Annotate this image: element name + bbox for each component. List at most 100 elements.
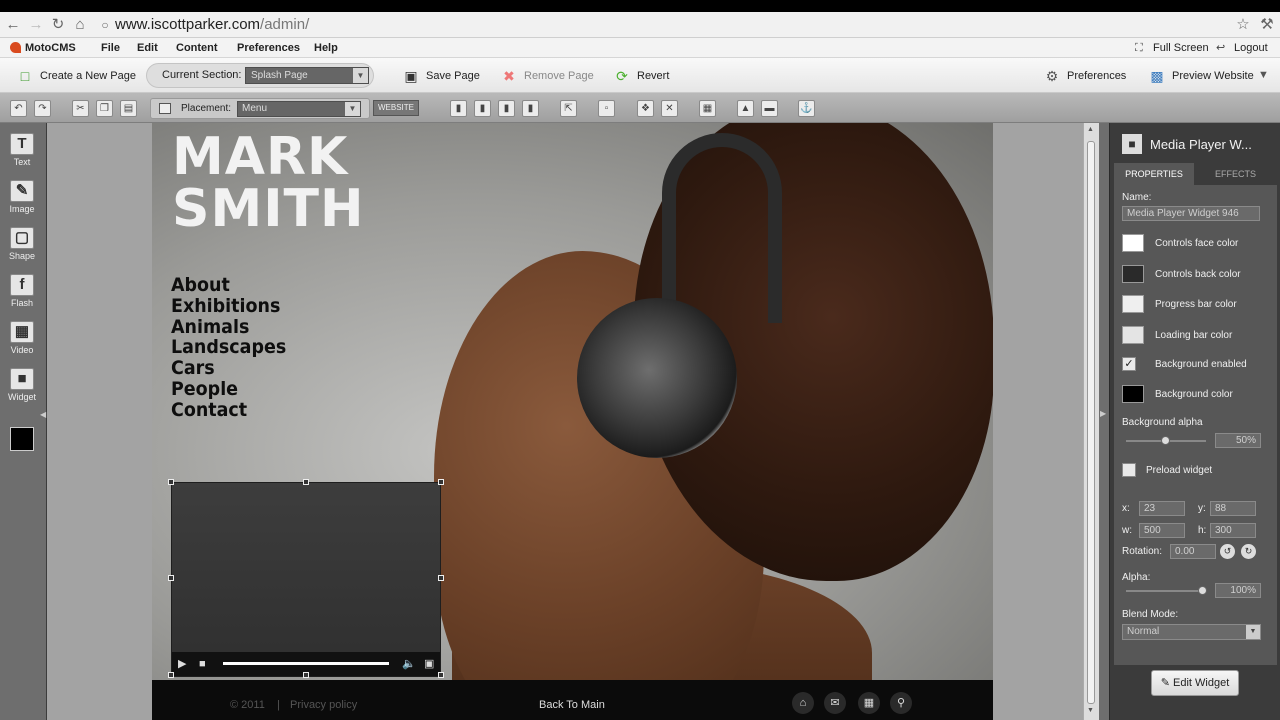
alpha-input[interactable]: 100% (1215, 583, 1261, 598)
resize-handle[interactable] (438, 575, 444, 581)
play-icon[interactable]: ▶ (178, 657, 186, 671)
menu-content[interactable]: Content (176, 41, 218, 55)
rotate-right-icon[interactable]: ↻ (1241, 544, 1256, 559)
site-nav-contact[interactable]: Contact (171, 399, 286, 421)
resize-icon[interactable]: ⇱ (560, 100, 577, 117)
volume-icon[interactable]: 🔈 (402, 657, 416, 671)
redo-icon[interactable]: ↷ (34, 100, 51, 117)
back-arrow-icon[interactable]: ← (4, 16, 22, 34)
menu-file[interactable]: File (101, 41, 120, 55)
rotate-left-icon[interactable]: ↺ (1220, 544, 1235, 559)
footer-back-to-main[interactable]: Back To Main (539, 698, 605, 712)
sitemap-icon[interactable]: ▦ (858, 692, 880, 714)
h-input[interactable]: 300 (1210, 523, 1256, 538)
delete-x-icon[interactable]: ✕ (661, 100, 678, 117)
preload-widget-checkbox[interactable]: ✓ (1122, 463, 1136, 477)
lock-frame-icon[interactable]: ▫ (598, 100, 615, 117)
cut-icon[interactable]: ✂ (72, 100, 89, 117)
site-nav-people[interactable]: People (171, 379, 286, 400)
logout-link[interactable]: Logout (1234, 41, 1268, 55)
wrench-icon[interactable]: ⚒ (1258, 16, 1276, 34)
site-nav-animals[interactable]: Animals (171, 316, 286, 338)
send-to-back-icon[interactable]: ▮ (498, 100, 515, 117)
player-progress-bar[interactable] (223, 662, 389, 665)
alpha-knob[interactable] (1198, 586, 1207, 595)
full-screen-link[interactable]: Full Screen (1153, 41, 1209, 55)
tab-properties[interactable]: PROPERTIES (1114, 163, 1194, 185)
panel-splitter[interactable]: ▶ (1099, 123, 1109, 720)
canvas-scrollbar[interactable]: ▲ ▼ (1083, 123, 1099, 720)
revert-button[interactable]: ⟳ Revert (613, 68, 669, 84)
rotation-input[interactable]: 0.00 (1170, 544, 1216, 559)
menu-preferences[interactable]: Preferences (237, 41, 300, 55)
media-player-widget[interactable]: ▶ ■ 🔈 ▣ (168, 479, 444, 678)
duplicate-icon[interactable]: ❖ (637, 100, 654, 117)
tool-video[interactable]: ▦ Video (0, 321, 44, 355)
create-page-button[interactable]: □ Create a New Page (16, 68, 136, 84)
bring-to-front-icon[interactable]: ▮ (522, 100, 539, 117)
anchor-icon[interactable]: ⚓ (798, 100, 815, 117)
color-swatch[interactable] (10, 427, 34, 451)
forward-arrow-icon[interactable]: → (27, 16, 45, 34)
scroll-down-icon[interactable]: ▼ (1087, 707, 1094, 714)
background-enabled-checkbox[interactable]: ✓ (1122, 357, 1136, 371)
tab-effects[interactable]: EFFECTS (1194, 163, 1277, 185)
site-nav-exhibitions[interactable]: Exhibitions (171, 295, 286, 317)
reload-icon[interactable]: ↻ (49, 16, 67, 34)
resize-handle[interactable] (168, 672, 174, 678)
site-brand-title[interactable]: MARK SMITH (172, 131, 365, 235)
placement-select[interactable]: Menu ▼ (237, 101, 361, 117)
align-middle-icon[interactable]: ▬ (761, 100, 778, 117)
grid-icon[interactable]: ▦ (699, 100, 716, 117)
remove-page-button[interactable]: ✖ Remove Page (500, 68, 594, 84)
send-backward-icon[interactable]: ▮ (450, 100, 467, 117)
footer-privacy-link[interactable]: Privacy policy (290, 698, 357, 712)
name-input[interactable]: Media Player Widget 946 (1122, 206, 1260, 221)
fullscreen-icon[interactable]: ⛶ (1135, 41, 1143, 55)
background-alpha-knob[interactable] (1161, 436, 1170, 445)
preferences-button[interactable]: ⚙ Preferences (1043, 68, 1127, 84)
menu-edit[interactable]: Edit (137, 41, 158, 55)
menu-help[interactable]: Help (314, 41, 338, 55)
blend-mode-select[interactable]: Normal ▼ (1122, 624, 1261, 640)
preview-dropdown-icon[interactable]: ▼ (1258, 68, 1269, 82)
scrollbar-thumb[interactable] (1087, 141, 1095, 704)
controls-face-swatch[interactable] (1122, 234, 1144, 252)
search-icon[interactable]: ⚲ (890, 692, 912, 714)
edit-widget-button[interactable]: ✎ Edit Widget (1151, 670, 1239, 696)
bookmark-star-icon[interactable]: ☆ (1234, 16, 1252, 34)
site-menu[interactable]: About Exhibitions Animals Landscapes Car… (171, 275, 296, 421)
collapse-left-icon[interactable]: ◀ (40, 410, 46, 419)
logout-icon[interactable]: ↩ (1216, 41, 1225, 55)
undo-icon[interactable]: ↶ (10, 100, 27, 117)
tool-shape[interactable]: ▢ Shape (0, 227, 44, 261)
current-section-select[interactable]: Splash Page ▼ (245, 67, 369, 84)
resize-handle[interactable] (168, 479, 174, 485)
background-alpha-input[interactable]: 50% (1215, 433, 1261, 448)
progress-bar-swatch[interactable] (1122, 295, 1144, 313)
home-icon[interactable]: ⌂ (71, 16, 89, 34)
tool-flash[interactable]: f Flash (0, 274, 44, 308)
tool-text[interactable]: T Text (0, 133, 44, 167)
paste-icon[interactable]: ▤ (120, 100, 137, 117)
save-page-button[interactable]: ▣ Save Page (402, 68, 479, 84)
preview-website-button[interactable]: ▩ Preview Website (1148, 68, 1253, 84)
home-icon[interactable]: ⌂ (792, 692, 814, 714)
site-nav-cars[interactable]: Cars (171, 358, 286, 379)
collapse-right-icon[interactable]: ▶ (1100, 409, 1106, 418)
fullscreen-toggle-icon[interactable]: ▣ (424, 657, 434, 671)
resize-handle[interactable] (303, 672, 309, 678)
alpha-slider[interactable] (1126, 590, 1206, 592)
scroll-up-icon[interactable]: ▲ (1087, 126, 1094, 133)
controls-back-swatch[interactable] (1122, 265, 1144, 283)
align-top-icon[interactable]: ▲ (737, 100, 754, 117)
resize-handle[interactable] (438, 479, 444, 485)
copy-icon[interactable]: ❐ (96, 100, 113, 117)
loading-bar-swatch[interactable] (1122, 326, 1144, 344)
x-input[interactable]: 23 (1139, 501, 1185, 516)
mail-icon[interactable]: ✉ (824, 692, 846, 714)
address-bar[interactable]: www.iscottparker.com/admin/ (115, 16, 309, 34)
resize-handle[interactable] (303, 479, 309, 485)
resize-handle[interactable] (168, 575, 174, 581)
tool-image[interactable]: ✎ Image (0, 180, 44, 214)
